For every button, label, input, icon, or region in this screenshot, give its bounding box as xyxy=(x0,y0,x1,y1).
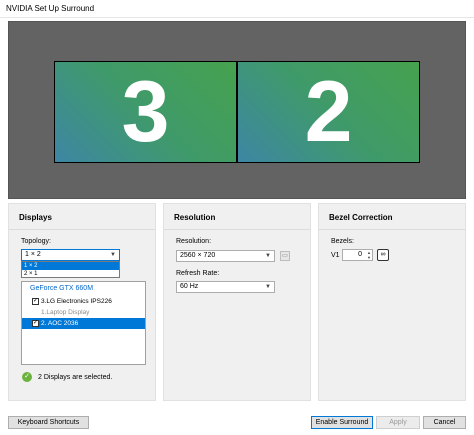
displays-panel: Displays Topology: 1 × 2 ▼ 1 × 2 2 × 1 G… xyxy=(8,203,156,401)
display-list-item[interactable]: 1.Laptop Display xyxy=(22,307,145,318)
window-title: NVIDIA Set Up Surround xyxy=(6,4,95,13)
displays-title: Displays xyxy=(19,213,52,222)
monitor-number: 2 xyxy=(304,64,353,160)
divider xyxy=(164,229,310,230)
footer: Keyboard Shortcuts Enable Surround Apply… xyxy=(0,405,474,435)
topology-dropdown: 1 × 2 2 × 1 xyxy=(21,261,120,278)
resolution-title: Resolution xyxy=(174,213,216,222)
keyboard-shortcuts-button[interactable]: Keyboard Shortcuts xyxy=(8,416,89,429)
refresh-rate-value: 60 Hz xyxy=(180,283,199,290)
topology-select[interactable]: 1 × 2 ▼ xyxy=(21,249,120,261)
link-icon[interactable]: ∞ xyxy=(377,249,389,261)
v1-stepper[interactable]: 0 ▲ ▼ xyxy=(342,249,373,261)
monitor-number: 3 xyxy=(121,64,170,160)
chevron-down-icon: ▼ xyxy=(110,252,116,258)
v1-label: V1 xyxy=(331,252,340,259)
topology-value: 1 × 2 xyxy=(25,251,41,258)
apply-button[interactable]: Apply xyxy=(376,416,420,429)
resolution-value: 2560 × 720 xyxy=(180,252,216,259)
resolution-panel: Resolution Resolution: 2560 × 720 ▼ ▭ Re… xyxy=(163,203,311,401)
display-list-item[interactable]: ✓ 2. AOC 2036 xyxy=(22,318,145,329)
display-list: GeForce GTX 660M ✓ 3.LG Electronics IPS2… xyxy=(21,281,146,365)
topology-option[interactable]: 2 × 1 xyxy=(22,270,119,278)
monitor-preview-right[interactable]: 2 xyxy=(237,61,420,163)
bezels-label: Bezels: xyxy=(331,238,354,245)
chevron-down-icon: ▼ xyxy=(265,253,271,259)
refresh-rate-select[interactable]: 60 Hz ▼ xyxy=(176,281,275,293)
checkbox[interactable]: ✓ xyxy=(32,298,39,305)
refresh-rate-label: Refresh Rate: xyxy=(176,270,220,277)
resolution-settings-button[interactable]: ▭ xyxy=(280,251,290,261)
resolution-label: Resolution: xyxy=(176,238,212,245)
topology-label: Topology: xyxy=(21,238,51,245)
monitor-preview-left[interactable]: 3 xyxy=(54,61,237,163)
chevron-down-icon[interactable]: ▼ xyxy=(367,255,371,260)
display-preview: 3 2 xyxy=(8,21,466,199)
gpu-name: GeForce GTX 660M xyxy=(30,285,94,292)
bezel-title: Bezel Correction xyxy=(329,213,393,222)
topology-option[interactable]: 1 × 2 xyxy=(22,262,119,270)
check-circle-icon: ✓ xyxy=(22,372,32,382)
v1-value: 0 xyxy=(358,251,362,258)
divider xyxy=(9,229,155,230)
bezel-panel: Bezel Correction Bezels: V1 0 ▲ ▼ ∞ xyxy=(318,203,466,401)
checkbox[interactable]: ✓ xyxy=(32,320,39,327)
display-item-label: 3.LG Electronics IPS226 xyxy=(41,298,112,305)
resolution-select[interactable]: 2560 × 720 ▼ xyxy=(176,250,275,262)
selection-status: 2 Displays are selected. xyxy=(38,374,113,381)
display-item-label: 2. AOC 2036 xyxy=(41,320,79,327)
divider xyxy=(319,229,465,230)
enable-surround-button[interactable]: Enable Surround xyxy=(311,416,373,429)
display-item-label: 1.Laptop Display xyxy=(41,309,90,316)
display-list-item[interactable]: ✓ 3.LG Electronics IPS226 xyxy=(22,296,145,307)
chevron-down-icon: ▼ xyxy=(265,284,271,290)
title-bar: NVIDIA Set Up Surround xyxy=(0,0,474,18)
cancel-button[interactable]: Cancel xyxy=(423,416,466,429)
